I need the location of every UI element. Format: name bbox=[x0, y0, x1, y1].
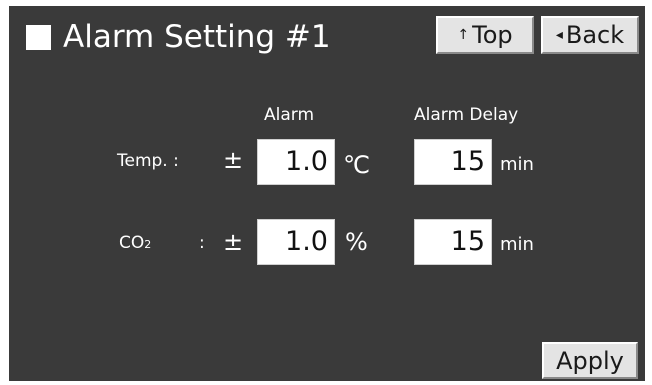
temp-alarm-field[interactable]: 1.0 bbox=[257, 139, 335, 185]
co2-delay-field[interactable]: 15 bbox=[414, 219, 492, 265]
top-button[interactable]: ↑ Top bbox=[436, 16, 534, 54]
temp-label: Temp. : bbox=[117, 151, 179, 171]
temp-delay-unit: min bbox=[500, 154, 534, 175]
page-title: Alarm Setting #1 bbox=[63, 19, 331, 55]
alarm-column-header: Alarm bbox=[264, 105, 315, 125]
back-button-label: Back bbox=[565, 21, 625, 49]
alarm-setting-screen: Alarm Setting #1 ↑ Top ◂ Back Alarm Alar… bbox=[9, 6, 645, 381]
co2-colon: : bbox=[199, 233, 205, 253]
co2-unit: % bbox=[345, 228, 368, 256]
temp-unit: ℃ bbox=[343, 151, 370, 179]
top-button-label: Top bbox=[472, 21, 513, 49]
co2-label: CO2 bbox=[119, 233, 151, 253]
co2-delay-unit: min bbox=[500, 234, 534, 255]
temp-delay-field[interactable]: 15 bbox=[414, 139, 492, 185]
co2-label-main: CO bbox=[119, 233, 145, 253]
arrow-up-icon: ↑ bbox=[457, 27, 470, 43]
alarm-delay-column-header: Alarm Delay bbox=[414, 105, 519, 125]
apply-button[interactable]: Apply bbox=[542, 342, 638, 379]
temp-plus-minus: ± bbox=[223, 146, 244, 174]
apply-button-label: Apply bbox=[556, 346, 624, 375]
title-square-icon bbox=[26, 25, 51, 50]
back-button[interactable]: ◂ Back bbox=[541, 16, 639, 54]
co2-plus-minus: ± bbox=[223, 228, 244, 256]
co2-label-subscript: 2 bbox=[144, 238, 152, 251]
co2-alarm-field[interactable]: 1.0 bbox=[257, 219, 335, 265]
triangle-left-icon: ◂ bbox=[555, 27, 563, 43]
